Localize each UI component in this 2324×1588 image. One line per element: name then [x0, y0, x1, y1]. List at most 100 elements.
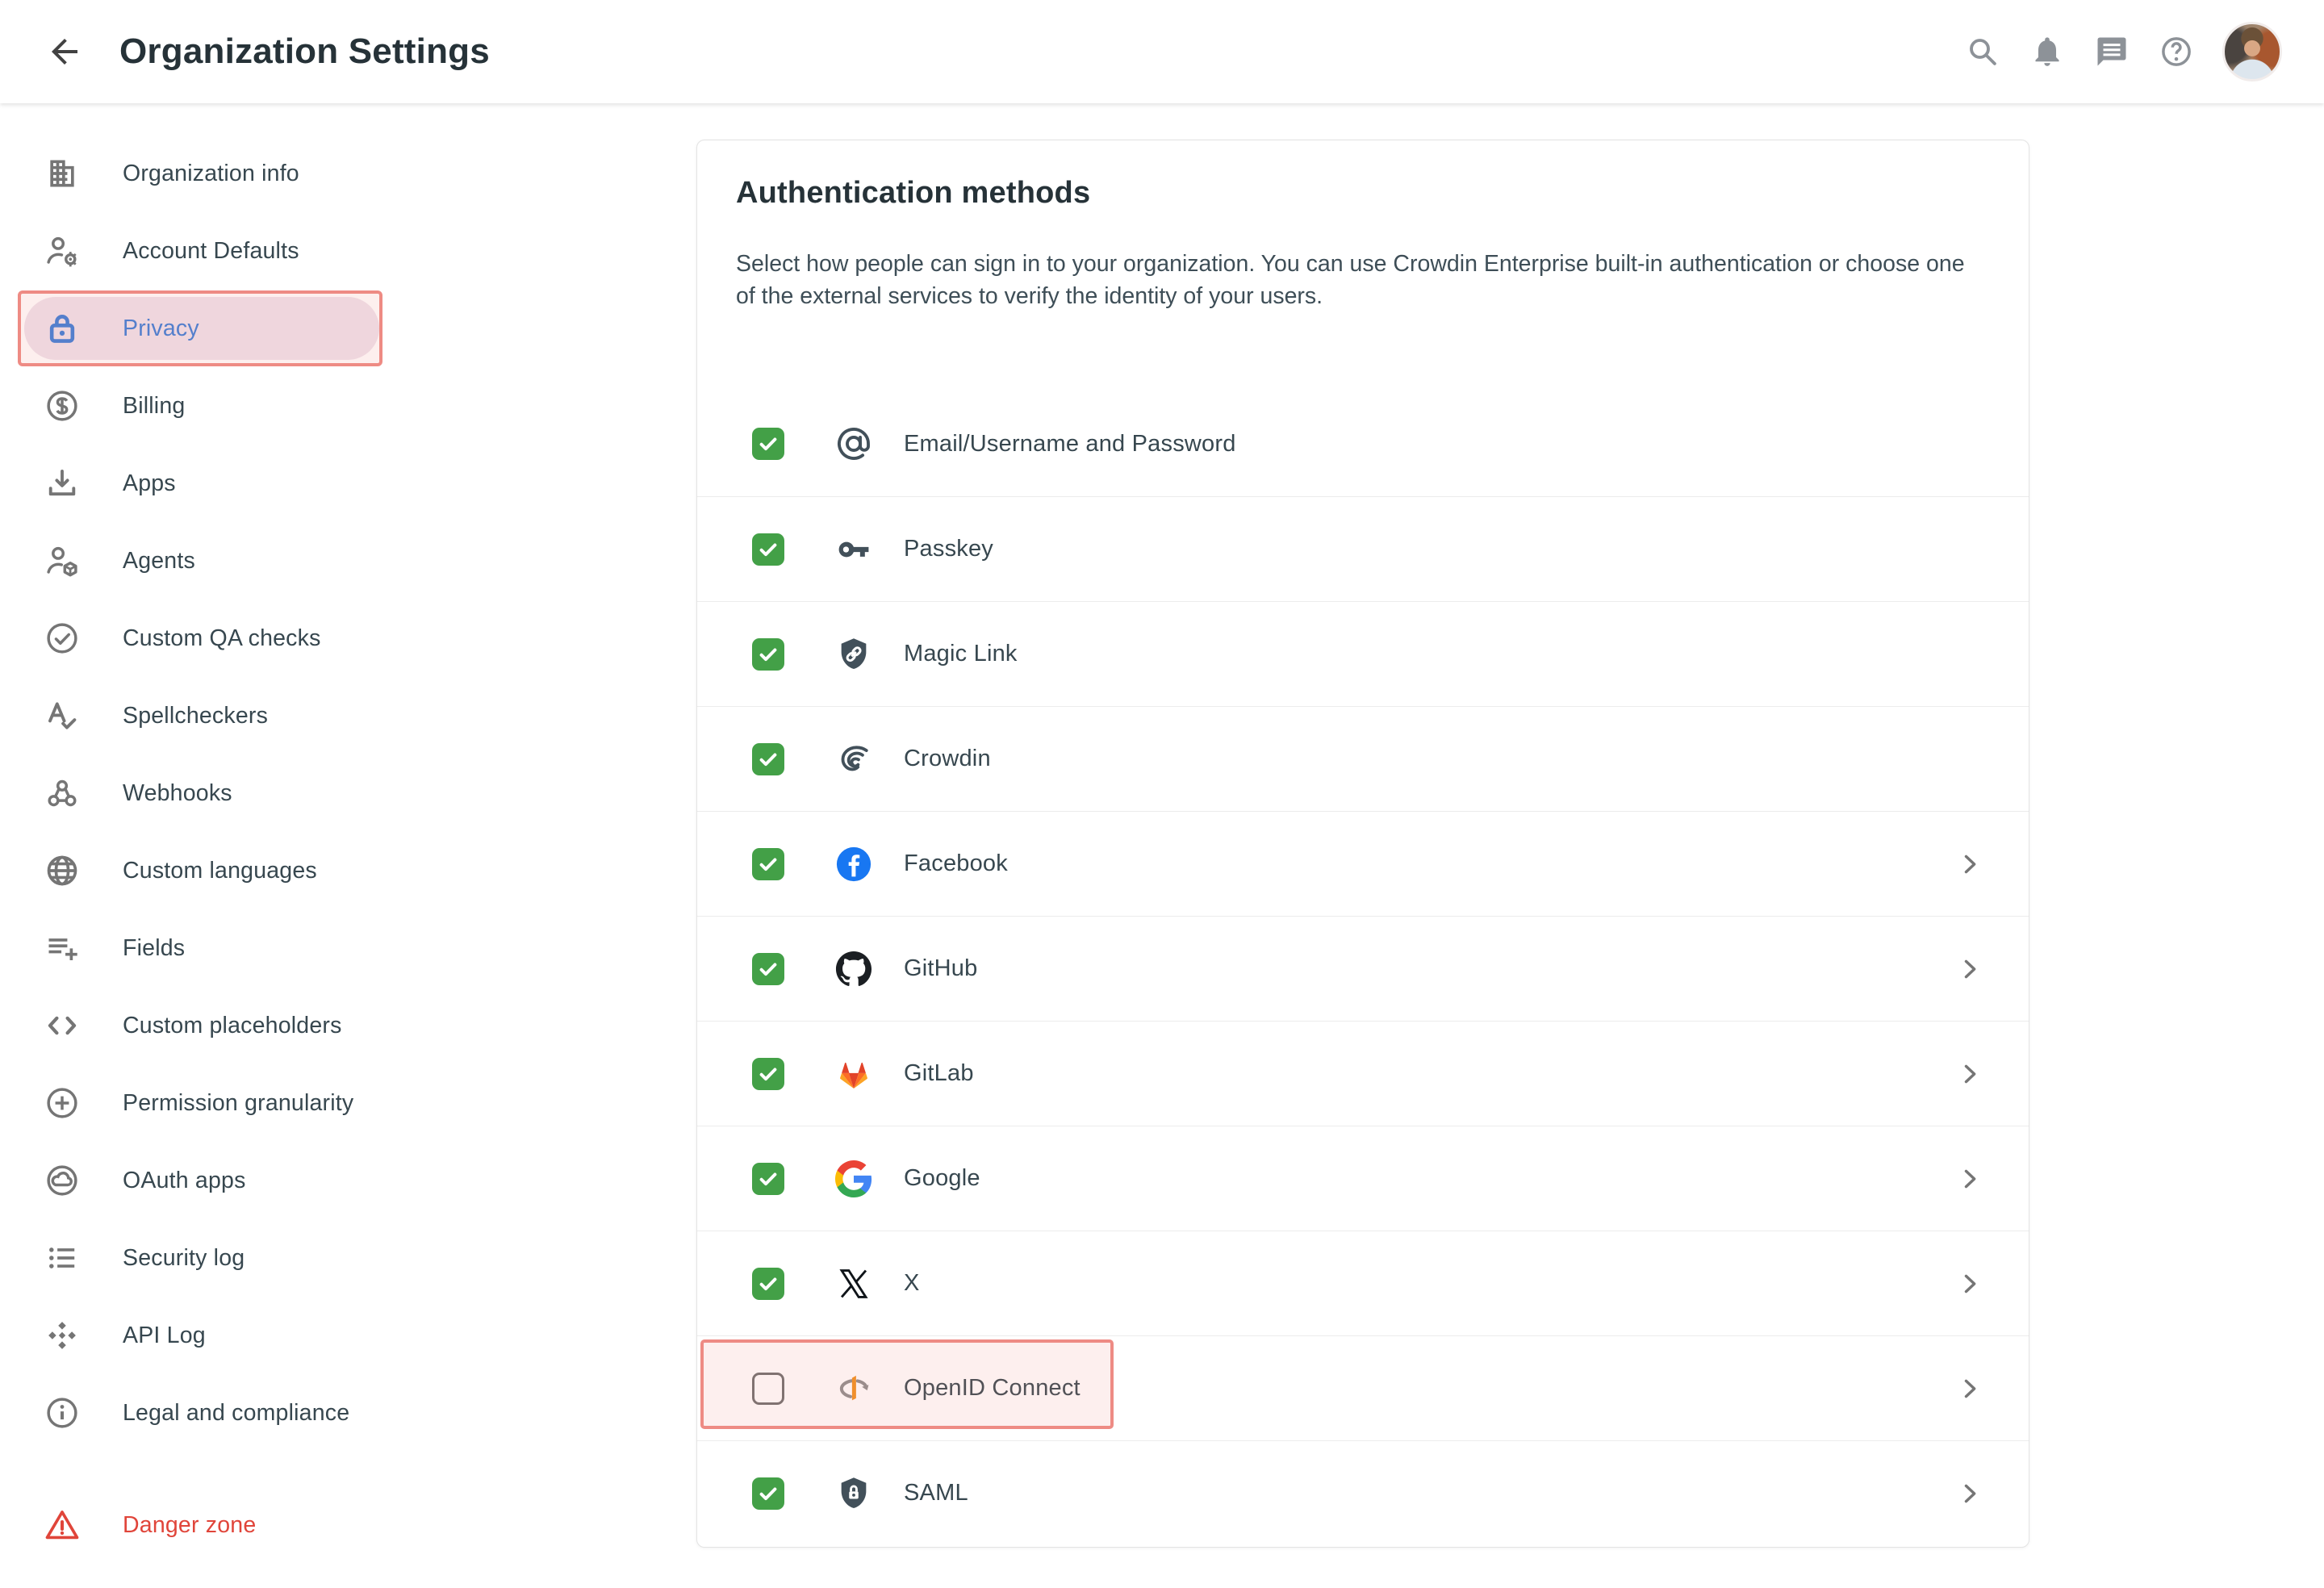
sidebar-item-pill: Apps — [24, 452, 379, 515]
sidebar-item-oauth-apps[interactable]: OAuth apps — [0, 1142, 387, 1219]
sidebar-item-pill: Custom QA checks — [24, 607, 379, 670]
sidebar-item-webhooks[interactable]: Webhooks — [0, 754, 387, 832]
help-icon[interactable] — [2159, 35, 2193, 69]
sidebar-item-label: Permission granularity — [123, 1089, 354, 1116]
sidebar-item-pill: Security log — [24, 1227, 379, 1289]
sidebar-item-pill: Organization info — [24, 142, 379, 205]
sidebar-item-permission-granularity[interactable]: Permission granularity — [0, 1064, 387, 1142]
sidebar-item-label: Danger zone — [123, 1511, 257, 1538]
sidebar-item-custom-languages[interactable]: Custom languages — [0, 832, 387, 909]
sidebar-item-fields[interactable]: Fields — [0, 909, 387, 987]
sidebar-item-pill: Custom placeholders — [24, 994, 379, 1057]
list-bullets-icon — [44, 1240, 80, 1276]
sidebar-item-security-log[interactable]: Security log — [0, 1219, 387, 1297]
sidebar-item-label: Apps — [123, 470, 176, 496]
chevron-right-icon[interactable] — [1956, 850, 1983, 878]
checkbox-checked[interactable] — [752, 847, 784, 880]
sidebar-item-apps[interactable]: Apps — [0, 445, 387, 522]
checkbox-checked[interactable] — [752, 1477, 784, 1510]
auth-method-label: GitHub — [904, 955, 978, 981]
chevron-right-icon[interactable] — [1956, 1060, 1983, 1088]
diamonds-icon — [44, 1318, 80, 1353]
sidebar-item-custom-placeholders[interactable]: Custom placeholders — [0, 987, 387, 1064]
x-logo-icon — [834, 1264, 873, 1303]
auth-method-row-x[interactable]: X — [697, 1231, 2029, 1335]
sidebar-item-legal-and-compliance[interactable]: Legal and compliance — [0, 1374, 387, 1452]
chevron-right-icon[interactable] — [1956, 1480, 1983, 1507]
auth-method-row-saml[interactable]: SAML — [697, 1440, 2029, 1545]
chevron-right-icon[interactable] — [1956, 1270, 1983, 1298]
sidebar-item-pill: Custom languages — [24, 839, 379, 902]
sidebar-item-pill: Privacy — [24, 297, 379, 360]
chevron-right-icon[interactable] — [1956, 1375, 1983, 1402]
info-circle-icon — [44, 1395, 80, 1431]
auth-method-label: Facebook — [904, 850, 1008, 876]
sidebar-item-label: OAuth apps — [123, 1167, 246, 1193]
sidebar-item-label: Spellcheckers — [123, 702, 269, 729]
auth-method-label: Passkey — [904, 536, 993, 562]
auth-method-row-magic-link[interactable]: Magic Link — [697, 601, 2029, 706]
shield-link-icon — [834, 635, 873, 674]
sidebar-item-label: Account Defaults — [123, 237, 299, 264]
auth-method-row-facebook[interactable]: Facebook — [697, 811, 2029, 916]
person-cube-icon — [44, 543, 80, 579]
checkbox-checked[interactable] — [752, 1267, 784, 1300]
sidebar-item-danger-zone[interactable]: Danger zone — [0, 1486, 387, 1564]
sidebar-item-account-defaults[interactable]: Account Defaults — [0, 212, 387, 290]
user-avatar[interactable] — [2222, 22, 2282, 81]
auth-method-row-github[interactable]: GitHub — [697, 916, 2029, 1021]
sidebar-item-privacy[interactable]: Privacy — [0, 290, 387, 367]
warning-triangle-icon — [44, 1507, 80, 1543]
auth-method-row-passkey[interactable]: Passkey — [697, 496, 2029, 601]
header-actions — [1966, 35, 2193, 69]
sidebar-item-api-log[interactable]: API Log — [0, 1297, 387, 1374]
auth-method-label: GitLab — [904, 1060, 974, 1086]
sidebar-item-label: Legal and compliance — [123, 1399, 350, 1426]
sidebar-item-label: Fields — [123, 934, 186, 961]
auth-method-row-openid-connect[interactable]: OpenID Connect — [697, 1335, 2029, 1440]
sidebar-item-pill: Account Defaults — [24, 219, 379, 282]
checkbox-checked[interactable] — [752, 637, 784, 671]
checkbox-checked[interactable] — [752, 1057, 784, 1090]
building-icon — [44, 156, 80, 191]
panel-description: Select how people can sign in to your or… — [736, 251, 1965, 309]
auth-method-row-email-password[interactable]: Email/Username and Password — [697, 391, 2029, 496]
chevron-right-icon[interactable] — [1956, 1165, 1983, 1193]
checkbox-checked[interactable] — [752, 428, 784, 460]
sidebar-item-pill: API Log — [24, 1304, 379, 1367]
sidebar-item-label: Custom languages — [123, 857, 317, 884]
openid-icon — [834, 1369, 873, 1408]
sidebar-item-agents[interactable]: Agents — [0, 522, 387, 600]
auth-method-row-gitlab[interactable]: GitLab — [697, 1021, 2029, 1126]
checkbox-unchecked[interactable] — [752, 1372, 784, 1405]
checkbox-checked[interactable] — [752, 533, 784, 566]
sidebar-item-custom-qa-checks[interactable]: Custom QA checks — [0, 600, 387, 677]
auth-method-list: Email/Username and Password Passkey Magi… — [697, 391, 2029, 1545]
bell-icon[interactable] — [2030, 35, 2064, 69]
crowdin-icon — [834, 740, 873, 779]
auth-method-row-crowdin[interactable]: Crowdin — [697, 706, 2029, 811]
sidebar-item-pill: OAuth apps — [24, 1149, 379, 1212]
facebook-icon — [834, 845, 873, 884]
checkbox-checked[interactable] — [752, 1162, 784, 1195]
sidebar-item-label: Privacy — [123, 315, 199, 341]
auth-method-label: Crowdin — [904, 746, 991, 771]
spellcheck-icon — [44, 698, 80, 733]
chat-icon[interactable] — [2095, 35, 2129, 69]
checkbox-checked[interactable] — [752, 952, 784, 985]
sidebar-item-pill: Legal and compliance — [24, 1381, 379, 1444]
auth-method-label: OpenID Connect — [904, 1375, 1080, 1401]
list-plus-icon — [44, 930, 80, 966]
chevron-right-icon[interactable] — [1956, 955, 1983, 983]
search-icon[interactable] — [1966, 35, 2000, 69]
sidebar-item-spellcheckers[interactable]: Spellcheckers — [0, 677, 387, 754]
sidebar-item-organization-info[interactable]: Organization info — [0, 135, 387, 212]
sidebar-item-label: Custom QA checks — [123, 625, 321, 651]
sidebar-item-pill: Danger zone — [24, 1494, 379, 1557]
back-arrow-icon[interactable] — [45, 32, 84, 71]
sidebar-item-billing[interactable]: Billing — [0, 367, 387, 445]
auth-method-row-google[interactable]: Google — [697, 1126, 2029, 1231]
check-circle-icon — [44, 621, 80, 656]
lock-icon — [44, 311, 80, 346]
checkbox-checked[interactable] — [752, 742, 784, 775]
